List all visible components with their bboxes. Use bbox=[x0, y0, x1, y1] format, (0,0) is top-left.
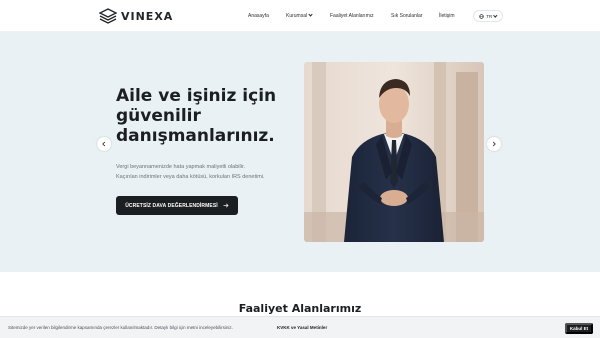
nav-item-label: Sık Sorulanlar bbox=[391, 13, 423, 19]
language-label: TR bbox=[486, 13, 493, 19]
top-navbar: VINEXA Anasayfa Kurumsal Faaliyet Alanla… bbox=[0, 0, 600, 32]
language-selector[interactable]: TR bbox=[473, 10, 503, 22]
hero-title: Aile ve işiniz için güvenilir danışmanla… bbox=[116, 86, 296, 146]
chevron-down-icon bbox=[493, 13, 498, 17]
main-nav: Anasayfa Kurumsal Faaliyet Alanlarımız S… bbox=[0, 11, 600, 23]
nav-item-faq[interactable]: Sık Sorulanlar bbox=[391, 11, 422, 21]
man-in-navy-suit-photo bbox=[304, 62, 484, 242]
nav-item-home[interactable]: Anasayfa bbox=[248, 11, 269, 21]
cookie-banner-text: Sitemizde yer verilen bilgilendirme kaps… bbox=[8, 325, 233, 330]
section-title: Faaliyet Alanlarımız bbox=[238, 302, 362, 315]
hero-subtitle: Vergi beyannamenizde hata yapmak maliyet… bbox=[116, 162, 306, 182]
hero-title-line: Aile ve işiniz için bbox=[116, 86, 277, 106]
nav-item-contact[interactable]: İletişim bbox=[439, 11, 455, 21]
accept-cookies-button[interactable]: Kabul Et bbox=[565, 323, 593, 334]
nav-item-corporate[interactable]: Kurumsal bbox=[286, 11, 313, 21]
nav-item-practice-areas[interactable]: Faaliyet Alanlarımız bbox=[330, 11, 374, 21]
hero-subtitle-line: Vergi beyannamenizde hata yapmak maliyet… bbox=[116, 164, 246, 170]
kvkk-link[interactable]: KVKK ve Yasal Metinler bbox=[277, 325, 327, 330]
nav-item-label: Anasayfa bbox=[248, 13, 269, 19]
globe-icon bbox=[479, 13, 485, 19]
free-case-review-button[interactable]: ÜCRETSİZ DAVA DEĞERLENDİRMESİ bbox=[116, 196, 238, 215]
carousel-prev-button[interactable] bbox=[97, 137, 111, 151]
nav-item-label: Faaliyet Alanlarımız bbox=[330, 13, 374, 19]
arrow-right-icon bbox=[223, 203, 229, 208]
hero-subtitle-line: Kaçırılan indirimler veya daha kötüsü, k… bbox=[116, 174, 265, 180]
nav-item-label: Kurumsal bbox=[286, 13, 308, 19]
cta-label: ÜCRETSİZ DAVA DEĞERLENDİRMESİ bbox=[125, 202, 218, 209]
cookie-banner: Sitemizde yer verilen bilgilendirme kaps… bbox=[0, 316, 600, 338]
nav-item-label: İletişim bbox=[439, 13, 455, 19]
hero-section bbox=[0, 32, 600, 272]
hero-image bbox=[304, 62, 484, 242]
hero-title-line: güvenilir bbox=[116, 106, 201, 126]
hero-title-line: danışmanlarınız. bbox=[116, 126, 275, 146]
chevron-left-icon bbox=[102, 141, 106, 147]
chevron-right-icon bbox=[492, 141, 496, 147]
carousel-next-button[interactable] bbox=[487, 137, 501, 151]
chevron-down-icon bbox=[308, 12, 313, 17]
